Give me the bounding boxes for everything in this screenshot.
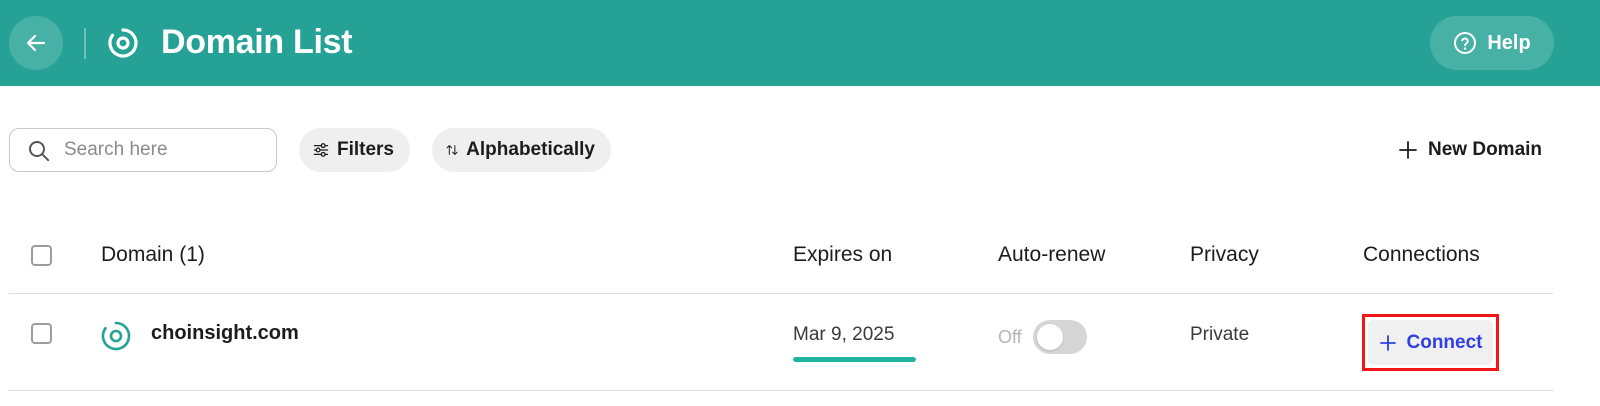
row-divider-line	[9, 390, 1553, 391]
new-domain-label: New Domain	[1428, 139, 1543, 160]
row-checkbox[interactable]	[31, 323, 52, 344]
sort-button[interactable]: Alphabetically	[432, 128, 611, 172]
column-header-connections: Connections	[1363, 243, 1480, 266]
autorenew-toggle[interactable]	[1033, 320, 1087, 354]
select-all-checkbox[interactable]	[31, 245, 52, 266]
help-label: Help	[1487, 31, 1531, 54]
sort-arrows-icon	[446, 145, 458, 155]
search-box[interactable]	[9, 128, 277, 172]
domain-name-link[interactable]: choinsight.com	[151, 322, 299, 345]
target-ring-icon	[108, 28, 138, 58]
column-header-autorenew: Auto-renew	[998, 243, 1106, 266]
search-input[interactable]	[64, 129, 264, 171]
sort-label: Alphabetically	[466, 139, 595, 160]
target-ring-icon	[101, 321, 131, 351]
top-header: Domain List Help	[0, 0, 1600, 86]
toggle-knob	[1037, 324, 1063, 350]
plus-icon	[1379, 334, 1396, 351]
plus-icon	[1399, 141, 1417, 159]
expiry-progress-bar	[793, 357, 916, 362]
filters-label: Filters	[336, 139, 394, 160]
privacy-status: Private	[1190, 324, 1250, 345]
question-circle-icon	[1454, 32, 1477, 54]
column-header-expires[interactable]: Expires on	[793, 243, 892, 267]
connect-button[interactable]: Connect	[1368, 320, 1493, 365]
expiry-date: Mar 9, 2025	[793, 324, 895, 345]
new-domain-button[interactable]: New Domain	[1398, 134, 1542, 166]
column-header-privacy: Privacy	[1190, 243, 1259, 266]
column-header-domain[interactable]: Domain (1)	[101, 243, 205, 267]
back-button[interactable]	[9, 16, 63, 70]
header-divider	[84, 28, 86, 59]
sliders-icon	[313, 143, 329, 157]
connect-label: Connect	[1406, 331, 1483, 353]
search-icon	[29, 141, 50, 162]
header-divider-line	[9, 293, 1553, 294]
filters-button[interactable]: Filters	[299, 128, 410, 172]
help-button[interactable]: Help	[1430, 16, 1554, 70]
page-title: Domain List	[161, 23, 353, 61]
expiry-progress-fill	[793, 357, 916, 362]
autorenew-state-label: Off	[998, 327, 1022, 347]
arrow-left-icon	[26, 34, 46, 52]
